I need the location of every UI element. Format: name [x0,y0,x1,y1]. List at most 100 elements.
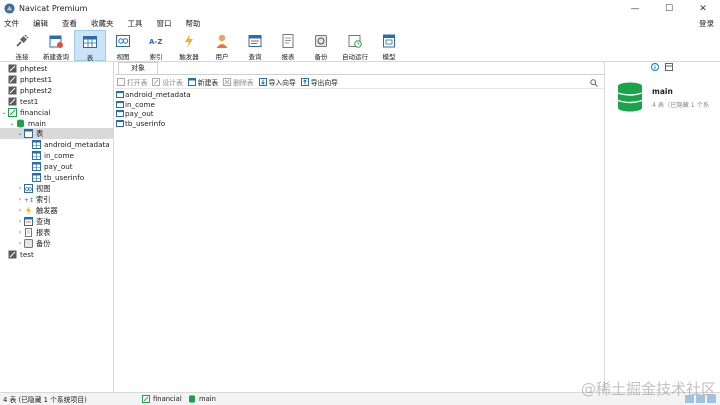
toolbar-schedule-button[interactable]: 自动运行 [338,30,372,61]
table-icon [32,162,41,171]
tree-connection-phptest[interactable]: phptest [8,63,47,74]
menu-help[interactable]: 帮助 [182,18,201,29]
menu-tools[interactable]: 工具 [124,18,143,29]
tree-group-backups[interactable]: › 备份 [16,238,50,249]
toolbar-index-button[interactable]: A-Z 索引 [140,30,172,61]
connection-tree: phptest phptest1 phptest2 test1 ⌄ financ… [0,62,114,392]
toolbar-new-query-button[interactable]: 新建查询 [39,30,73,61]
tree-group-indexes[interactable]: › +↕ 索引 [16,194,51,205]
tab-bar: 对象 [115,62,604,75]
connection-icon [8,75,17,84]
minimize-icon[interactable]: — [618,0,652,17]
maximize-icon[interactable]: ☐ [652,0,686,17]
status-count: 4 表 (已隐藏 1 个系统项目) [3,396,87,404]
chevron-down-icon[interactable]: ⌄ [16,130,24,137]
list-item[interactable]: android_metadata [115,90,604,100]
index-icon: A-Z [148,33,164,49]
query-icon [24,217,33,226]
toolbar-model-button[interactable]: 模型 [373,30,405,61]
menu-view[interactable]: 查看 [58,18,77,29]
open-table-icon [117,77,125,86]
delete-table-icon [223,77,232,86]
chevron-right-icon[interactable]: › [16,218,24,225]
object-toolbar: 打开表 设计表 新建表 删除表 导入向导 导出向导 [115,75,604,89]
connection-icon [8,250,17,259]
toolbar-trigger-button[interactable]: 触发器 [173,30,205,61]
toolbar-view-button[interactable]: 视图 [107,30,139,61]
new-query-icon [48,33,64,49]
table-icon [116,110,124,118]
tree-connection-financial[interactable]: ⌄ financial [0,107,50,118]
view-icon [24,184,33,193]
ddl-icon[interactable] [665,63,673,73]
tree-connection-test1[interactable]: test1 [8,96,38,107]
chevron-down-icon[interactable]: ⌄ [0,109,8,116]
list-item[interactable]: pay_out [115,109,604,119]
tree-table-item[interactable]: pay_out [32,161,73,172]
toolbar-query-button[interactable]: 查询 [239,30,271,61]
import-wizard-button[interactable]: 导入向导 [258,77,296,87]
tree-connection-phptest1[interactable]: phptest1 [8,74,52,85]
toolbar-backup-button[interactable]: 备份 [305,30,337,61]
status-database: main [188,395,216,403]
table-icon [24,129,33,138]
query-icon [247,33,263,49]
table-icon [116,100,124,108]
connection-icon [8,86,17,95]
chevron-right-icon[interactable]: › [16,207,24,214]
search-icon[interactable] [590,79,598,87]
design-table-button[interactable]: 设计表 [152,77,183,87]
menu-favorites[interactable]: 收藏夹 [87,18,114,29]
menu-file[interactable]: 文件 [0,18,19,29]
table-icon [32,173,41,182]
chevron-right-icon[interactable]: › [16,240,24,247]
tree-table-item[interactable]: in_come [32,150,74,161]
connection-open-icon [142,395,150,403]
list-item[interactable]: in_come [115,100,604,110]
connection-icon [8,97,17,106]
info-icon[interactable] [651,63,659,73]
chevron-right-icon[interactable]: › [16,185,24,192]
chevron-right-icon[interactable]: › [16,229,24,236]
toolbar-report-button[interactable]: 报表 [272,30,304,61]
toolbar-user-button[interactable]: 用户 [206,30,238,61]
tree-group-reports[interactable]: › 报表 [16,227,50,238]
chevron-down-icon[interactable]: ⌄ [8,120,16,127]
report-icon [280,33,296,49]
details-panel: main 4 表（已隐藏 1 个系 [604,62,720,392]
tree-group-tables[interactable]: ⌄ 表 [0,128,114,139]
login-button[interactable]: 登录 [699,17,714,30]
table-icon [32,151,41,160]
toolbar-connect-button[interactable]: 连接 [6,30,38,61]
tree-connection-phptest2[interactable]: phptest2 [8,85,52,96]
tree-connection-test[interactable]: test [8,249,34,260]
toolbar-table-button[interactable]: 表 [74,30,106,62]
export-wizard-button[interactable]: 导出向导 [300,77,338,87]
menu-window[interactable]: 窗口 [153,18,172,29]
object-pane: 对象 打开表 设计表 新建表 删除表 导入向导 导出向导 android_met… [115,62,604,392]
table-icon [116,91,124,99]
tab-objects[interactable]: 对象 [118,62,158,74]
status-connection: financial [142,395,182,403]
tree-group-triggers[interactable]: › 触发器 [16,205,58,216]
open-table-button[interactable]: 打开表 [117,77,147,87]
export-icon [300,77,309,86]
close-icon[interactable]: ✕ [686,0,720,17]
menu-bar: 文件 编辑 查看 收藏夹 工具 窗口 帮助 登录 [0,17,720,30]
window-title: Navicat Premium [19,4,88,13]
tree-table-item[interactable]: android_metadata [32,139,110,150]
delete-table-button[interactable]: 删除表 [223,77,254,87]
tree-table-item[interactable]: tb_userinfo [32,172,84,183]
watermark: @稀土掘金技术社区 [580,380,716,398]
tree-group-views[interactable]: › 视图 [16,183,50,194]
index-icon: +↕ [24,197,33,204]
user-icon [214,33,230,49]
list-item[interactable]: tb_userinfo [115,119,604,129]
chevron-right-icon[interactable]: › [16,196,24,203]
model-icon [381,33,397,49]
database-icon [17,119,24,128]
tree-group-queries[interactable]: › 查询 [16,216,50,227]
new-table-button[interactable]: 新建表 [187,77,218,87]
menu-edit[interactable]: 编辑 [29,18,48,29]
report-icon [25,228,32,237]
